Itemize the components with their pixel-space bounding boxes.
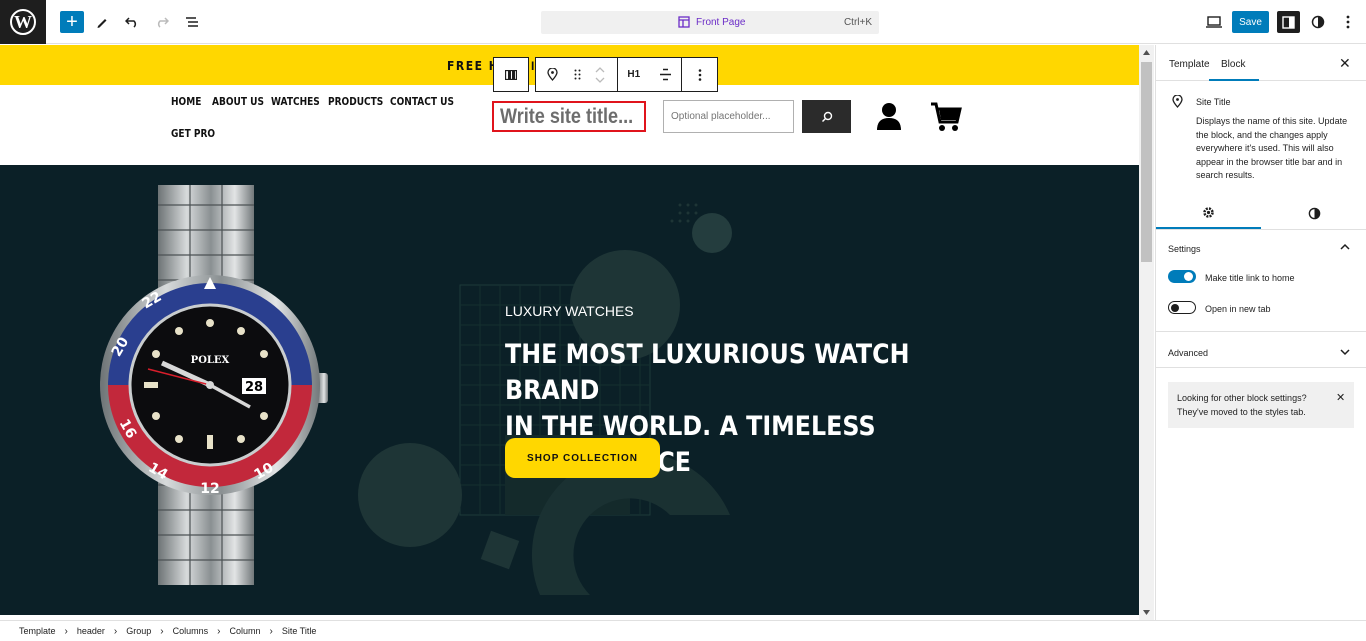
tab-block[interactable]: Block — [1209, 59, 1260, 81]
nav-about-us[interactable]: ABOUT US — [212, 95, 264, 108]
shop-collection-button[interactable]: SHOP COLLECTION — [505, 438, 660, 478]
cart-icon[interactable] — [930, 102, 962, 137]
save-button[interactable]: Save — [1232, 11, 1269, 33]
scroll-up-icon[interactable] — [1143, 50, 1150, 55]
device-preview-icon[interactable] — [1204, 12, 1224, 32]
options-kebab-icon[interactable] — [1338, 12, 1358, 32]
editor-top-toolbar: W + Front Page Ctrl+K Save — [0, 0, 1366, 44]
settings-sidebar: Template Block ✕ Site Title Displays the… — [1155, 45, 1366, 620]
breadcrumb-separator-icon: › — [113, 625, 118, 637]
breadcrumb-separator-icon: › — [160, 625, 164, 637]
gear-icon — [1203, 206, 1214, 218]
scroll-down-icon[interactable] — [1143, 610, 1150, 615]
watch-image: 22 20 16 14 12 10 POLEX 28 — [100, 185, 328, 585]
hero-section: 22 20 16 14 12 10 POLEX 28 LUXURY WATCHE… — [0, 165, 1139, 615]
nav-products[interactable]: PRODUCTS — [328, 95, 383, 108]
site-title-placeholder[interactable]: Write site title... — [500, 105, 633, 129]
site-title-block[interactable]: Write site title... — [492, 101, 646, 132]
scroll-thumb[interactable] — [1141, 62, 1152, 262]
nav-get-pro[interactable]: GET PRO — [171, 127, 215, 140]
watch-brand-text: POLEX — [191, 355, 230, 366]
site-title-block-icon — [1172, 95, 1183, 108]
search-icon — [821, 111, 832, 122]
new-tab-label: Open in new tab — [1205, 304, 1271, 314]
settings-panel-title[interactable]: Settings — [1168, 244, 1201, 254]
add-block-button[interactable]: + — [60, 11, 84, 33]
block-options-icon[interactable] — [682, 58, 717, 91]
redo-icon[interactable] — [152, 12, 172, 32]
svg-text:12: 12 — [200, 481, 219, 497]
canvas-scrollbar[interactable] — [1139, 45, 1154, 620]
block-toolbar: H1 — [493, 57, 718, 92]
align-text-icon[interactable] — [650, 58, 682, 91]
document-title: Front Page — [696, 16, 746, 28]
divider — [1156, 331, 1366, 332]
styles-moved-notice: Looking for other block settings? They'v… — [1168, 382, 1354, 428]
divider — [1156, 229, 1366, 230]
chevron-up-icon[interactable] — [1340, 243, 1350, 250]
search-button[interactable] — [802, 100, 851, 133]
breadcrumb-separator-icon: › — [269, 625, 273, 637]
document-overview-icon[interactable] — [182, 12, 202, 32]
wordpress-icon: W — [10, 9, 36, 35]
heading-level-button[interactable]: H1 — [618, 58, 650, 91]
breadcrumb-separator-icon: › — [64, 625, 68, 637]
template-icon — [678, 16, 690, 28]
wordpress-logo-button[interactable]: W — [0, 0, 46, 44]
block-card-description: Displays the name of this site. Update t… — [1196, 116, 1348, 180]
user-account-icon[interactable] — [876, 102, 902, 135]
hero-kicker: LUXURY WATCHES — [505, 303, 634, 319]
breadcrumb-site-title: Site Title — [281, 626, 317, 636]
columns-block-icon[interactable] — [494, 58, 528, 91]
settings-tab[interactable] — [1156, 197, 1261, 229]
nav-contact-us[interactable]: CONTACT US — [390, 95, 454, 108]
settings-sidebar-toggle[interactable] — [1277, 11, 1300, 33]
divider — [1156, 367, 1366, 368]
search-input[interactable] — [663, 100, 794, 133]
undo-icon[interactable] — [122, 12, 142, 32]
breadcrumb-separator-icon: › — [217, 625, 221, 637]
breadcrumb-template[interactable]: Template — [19, 626, 56, 636]
command-shortcut: Ctrl+K — [843, 17, 872, 28]
new-tab-toggle[interactable] — [1168, 301, 1196, 314]
breadcrumb-group[interactable]: Group — [126, 626, 151, 636]
editor-canvas: FREE HE I HOME ABOUT US WATCHES PRODUCTS… — [0, 45, 1139, 615]
advanced-panel-title[interactable]: Advanced — [1168, 348, 1208, 358]
breadcrumb-columns[interactable]: Columns — [173, 626, 209, 636]
pencil-tools-icon[interactable] — [92, 12, 112, 32]
tab-template[interactable]: Template — [1169, 59, 1210, 70]
half-circle-styles-icon — [1308, 207, 1320, 219]
tab-divider — [1156, 80, 1366, 81]
dismiss-notice-icon[interactable]: ✕ — [1336, 391, 1345, 405]
block-card-title: Site Title — [1196, 97, 1231, 107]
nav-watches[interactable]: WATCHES — [271, 95, 320, 108]
nav-home[interactable]: HOME — [171, 95, 201, 108]
breadcrumb-column[interactable]: Column — [229, 626, 260, 636]
styles-tab[interactable] — [1261, 197, 1366, 229]
watch-date-text: 28 — [245, 380, 263, 395]
notice-text: Looking for other block settings? They'v… — [1177, 393, 1307, 417]
chevron-down-icon[interactable] — [1340, 349, 1350, 356]
command-palette-bar[interactable]: Front Page Ctrl+K — [541, 11, 879, 34]
sidebar-icon — [1282, 15, 1295, 29]
location-pin-icon[interactable] — [536, 58, 568, 91]
parent-block-selector[interactable] — [493, 57, 529, 92]
breadcrumb-header[interactable]: header — [77, 626, 105, 636]
title-link-label: Make title link to home — [1205, 273, 1295, 283]
close-icon[interactable]: ✕ — [1339, 55, 1351, 72]
title-link-toggle[interactable] — [1168, 270, 1196, 283]
move-up-down-icon[interactable] — [586, 58, 614, 91]
drag-handle-icon[interactable] — [568, 58, 586, 91]
styles-icon[interactable] — [1308, 12, 1328, 32]
block-breadcrumb: Template › header › Group › Columns › Column… — [0, 620, 1366, 641]
block-options-group — [681, 57, 718, 92]
heading-controls-group: H1 — [617, 57, 682, 92]
block-mover-group — [535, 57, 618, 92]
